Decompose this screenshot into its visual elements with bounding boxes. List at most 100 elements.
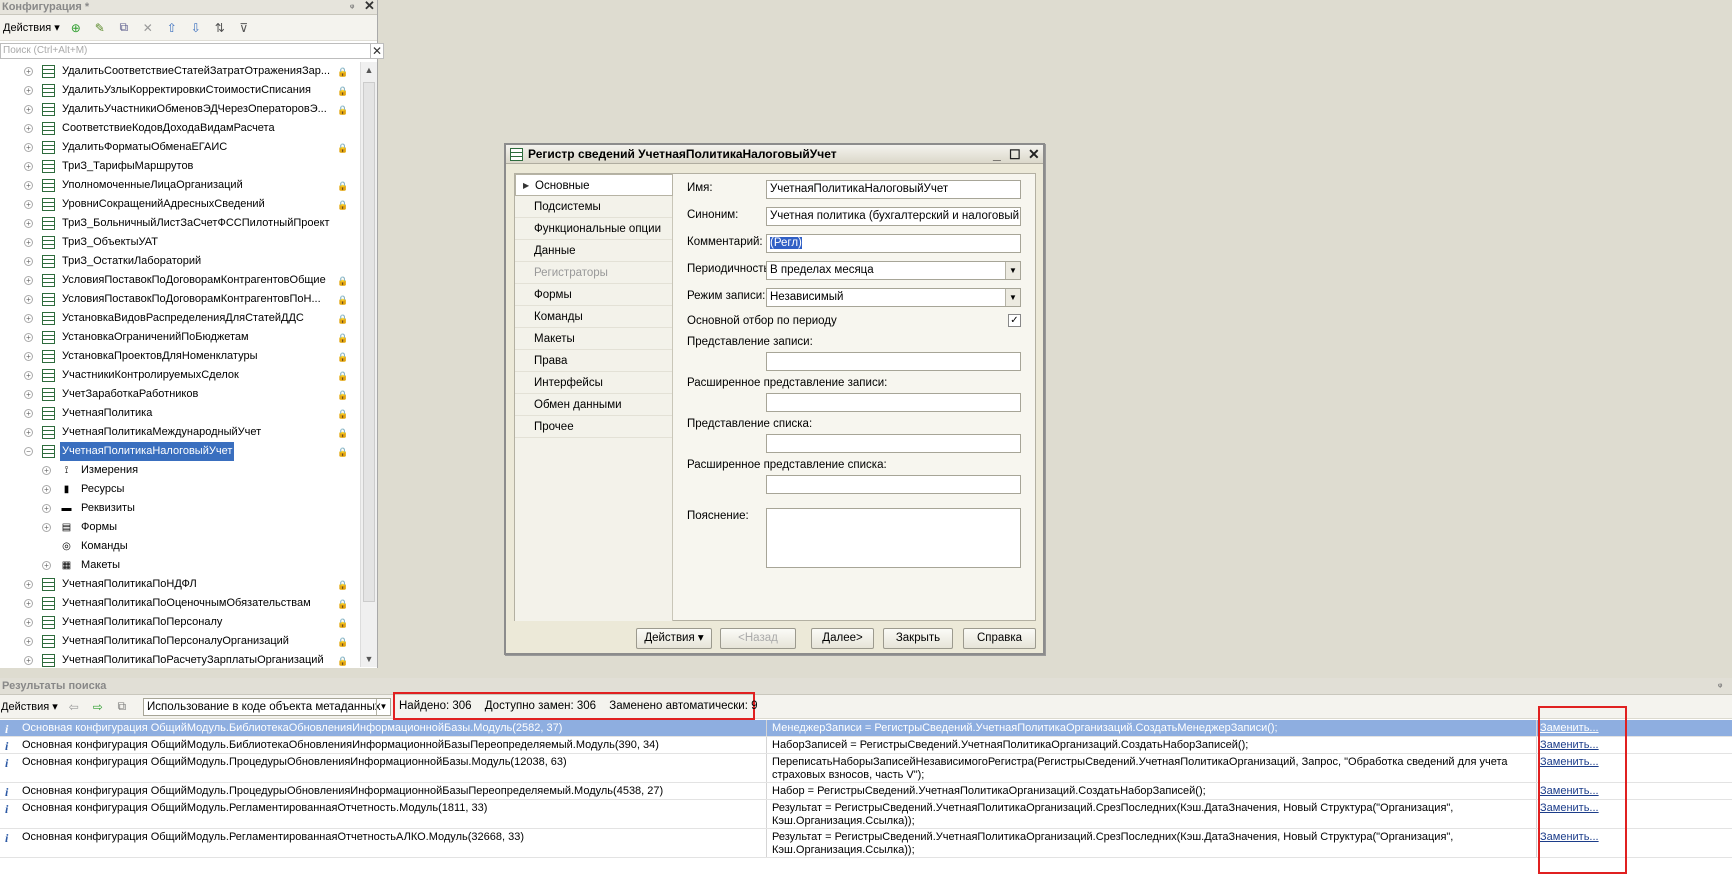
- expand-icon[interactable]: +: [24, 143, 33, 152]
- scroll-down-icon[interactable]: ▼: [361, 651, 377, 667]
- config-actions-menu[interactable]: Действия ▾: [2, 21, 64, 34]
- close-button[interactable]: Закрыть: [883, 628, 953, 649]
- move-up-icon[interactable]: ⇧: [165, 21, 179, 35]
- scroll-thumb[interactable]: [363, 82, 375, 602]
- expand-icon[interactable]: +: [24, 67, 33, 76]
- explanation-field[interactable]: [766, 508, 1021, 568]
- tree-item[interactable]: + УчетнаяПолитикаПоОценочнымОбязательств…: [0, 594, 360, 613]
- expand-icon[interactable]: +: [24, 371, 33, 380]
- expand-icon[interactable]: +: [24, 599, 33, 608]
- table-row[interactable]: i Основная конфигурация ОбщийМодуль.Проц…: [0, 754, 1732, 783]
- expand-icon[interactable]: +: [24, 656, 33, 665]
- forward-arrow-icon[interactable]: ⇨: [91, 700, 105, 714]
- tree-item[interactable]: + УровниСокращенийАдресныхСведений 🔒: [0, 195, 360, 214]
- back-button[interactable]: <Назад: [720, 628, 796, 649]
- tree-item[interactable]: + УдалитьФорматыОбменаЕГАИС 🔒: [0, 138, 360, 157]
- pin-icon[interactable]: ᵠ: [1718, 678, 1722, 694]
- write-mode-select[interactable]: Независимый ▼: [766, 288, 1021, 307]
- tree-child-item[interactable]: + ▬ Реквизиты: [0, 499, 360, 518]
- expand-icon[interactable]: +: [24, 333, 33, 342]
- periodicity-select[interactable]: В пределах месяца ▼: [766, 261, 1021, 280]
- maximize-icon[interactable]: ☐: [1009, 145, 1021, 164]
- expand-icon[interactable]: +: [42, 561, 51, 570]
- tab-item[interactable]: Данные: [515, 240, 672, 262]
- tree-child-item[interactable]: + ▦ Макеты: [0, 556, 360, 575]
- tab-item[interactable]: Регистраторы: [515, 262, 672, 284]
- tree-item[interactable]: + УполномоченныеЛицаОрганизаций 🔒: [0, 176, 360, 195]
- expand-icon[interactable]: +: [24, 580, 33, 589]
- expand-icon[interactable]: +: [42, 523, 51, 532]
- chevron-down-icon[interactable]: ▼: [1005, 289, 1020, 306]
- results-actions-menu[interactable]: Действия ▾: [0, 700, 62, 713]
- edit-icon[interactable]: ✎: [93, 21, 107, 35]
- expand-icon[interactable]: +: [24, 257, 33, 266]
- dialog-close-icon[interactable]: ✕: [1028, 145, 1040, 164]
- expand-icon[interactable]: +: [24, 637, 33, 646]
- expand-icon[interactable]: +: [24, 124, 33, 133]
- tab-item[interactable]: Интерфейсы: [515, 372, 672, 394]
- expand-icon[interactable]: +: [24, 219, 33, 228]
- tree-item[interactable]: + УчетнаяПолитика 🔒: [0, 404, 360, 423]
- expand-icon[interactable]: +: [24, 428, 33, 437]
- ext-list-repr-field[interactable]: [766, 475, 1021, 494]
- table-row[interactable]: i Основная конфигурация ОбщийМодуль.Библ…: [0, 737, 1732, 754]
- table-row[interactable]: i Основная конфигурация ОбщийМодуль.Проц…: [0, 783, 1732, 800]
- list-repr-field[interactable]: [766, 434, 1021, 453]
- expand-icon[interactable]: +: [42, 466, 51, 475]
- tree-scrollbar[interactable]: ▲ ▼: [360, 62, 377, 667]
- filter-icon[interactable]: ⊽: [237, 21, 251, 35]
- tree-item[interactable]: + УчетЗаработкаРаботников 🔒: [0, 385, 360, 404]
- synonym-field[interactable]: Учетная политика (бухгалтерский и налого…: [766, 207, 1021, 226]
- tree-item[interactable]: + УдалитьСоответствиеСтатейЗатратОтражен…: [0, 62, 360, 81]
- main-filter-checkbox[interactable]: ✓: [1008, 314, 1021, 327]
- tree-item[interactable]: + УдалитьУзлыКорректировкиСтоимостиСписа…: [0, 81, 360, 100]
- chevron-down-icon[interactable]: ▼: [1005, 262, 1020, 279]
- expand-icon[interactable]: +: [24, 105, 33, 114]
- expand-icon[interactable]: +: [24, 295, 33, 304]
- expand-icon[interactable]: +: [24, 162, 33, 171]
- tab-item[interactable]: Формы: [515, 284, 672, 306]
- tree-item[interactable]: + ТриЗ_ОбъектыУАТ: [0, 233, 360, 252]
- table-row[interactable]: i Основная конфигурация ОбщийМодуль.Регл…: [0, 800, 1732, 829]
- dialog-actions-button[interactable]: Действия ▾: [636, 628, 712, 649]
- tree-item[interactable]: + УчастникиКонтролируемыхСделок 🔒: [0, 366, 360, 385]
- copy-icon[interactable]: ⧉: [115, 699, 129, 714]
- collapse-icon[interactable]: −: [24, 447, 33, 456]
- expand-icon[interactable]: +: [42, 485, 51, 494]
- tab-item[interactable]: Обмен данными: [515, 394, 672, 416]
- tree-child-item[interactable]: + ⟟ Измерения: [0, 461, 360, 480]
- expand-icon[interactable]: +: [24, 181, 33, 190]
- tab-item[interactable]: Функциональные опции: [515, 218, 672, 240]
- expand-icon[interactable]: +: [24, 200, 33, 209]
- back-arrow-icon[interactable]: ⇦: [67, 700, 81, 714]
- tree-item[interactable]: + УчетнаяПолитикаПоНДФЛ 🔒: [0, 575, 360, 594]
- tree-item[interactable]: + УстановкаВидовРаспределенияДляСтатейДД…: [0, 309, 360, 328]
- tree-item[interactable]: + ТриЗ_БольничныйЛистЗаСчетФССПилотныйПр…: [0, 214, 360, 233]
- expand-icon[interactable]: +: [24, 86, 33, 95]
- tree-item[interactable]: + УчетнаяПолитикаПоПерсоналуОрганизаций 🔒: [0, 632, 360, 651]
- expand-icon[interactable]: +: [24, 314, 33, 323]
- name-field[interactable]: УчетнаяПолитикаНалоговыйУчет: [766, 180, 1021, 199]
- next-button[interactable]: Далее>: [811, 628, 874, 649]
- delete-icon[interactable]: ✕: [141, 21, 155, 35]
- tab-item[interactable]: Права: [515, 350, 672, 372]
- expand-icon[interactable]: +: [24, 352, 33, 361]
- scroll-up-icon[interactable]: ▲: [361, 62, 377, 78]
- expand-icon[interactable]: +: [24, 390, 33, 399]
- comment-field[interactable]: (Регл): [766, 234, 1021, 253]
- tab-item[interactable]: Макеты: [515, 328, 672, 350]
- record-repr-field[interactable]: [766, 352, 1021, 371]
- tree-child-item[interactable]: + ▮ Ресурсы: [0, 480, 360, 499]
- chevron-down-icon[interactable]: ▼: [376, 699, 390, 715]
- move-down-icon[interactable]: ⇩: [189, 21, 203, 35]
- tree-item[interactable]: + УсловияПоставокПоДоговорамКонтрагентов…: [0, 290, 360, 309]
- sort-icon[interactable]: ⇅: [213, 21, 227, 35]
- tree-item[interactable]: − УчетнаяПолитикаНалоговыйУчет 🔒: [0, 442, 360, 461]
- tree-item[interactable]: + СоответствиеКодовДоходаВидамРасчета: [0, 119, 360, 138]
- tree-item[interactable]: + УдалитьУчастникиОбменовЭДЧерезОператор…: [0, 100, 360, 119]
- clear-search-icon[interactable]: ✕: [370, 43, 384, 59]
- tree-child-item[interactable]: ◎ Команды: [0, 537, 360, 556]
- tree-child-item[interactable]: + ▤ Формы: [0, 518, 360, 537]
- expand-icon[interactable]: +: [24, 276, 33, 285]
- expand-icon[interactable]: +: [42, 504, 51, 513]
